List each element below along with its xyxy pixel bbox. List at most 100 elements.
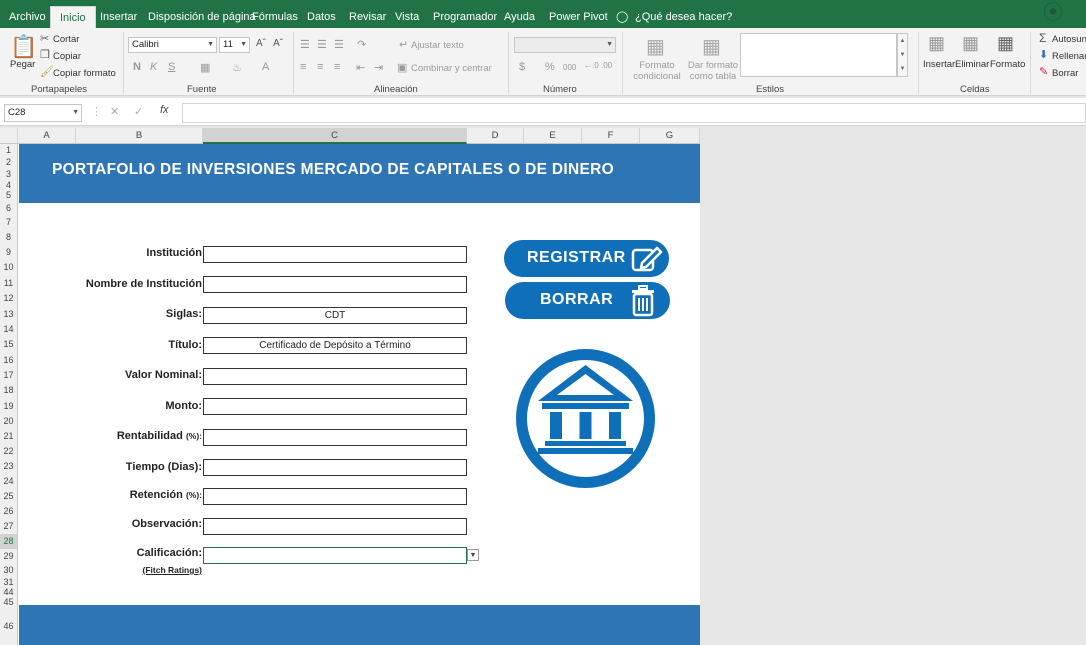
row-header-5[interactable]: 5: [0, 190, 18, 201]
input-institucion[interactable]: [203, 246, 467, 263]
row-header-20[interactable]: 20: [0, 414, 18, 429]
row-header-15[interactable]: 15: [0, 337, 18, 352]
account-icon[interactable]: ⦿: [1043, 0, 1063, 28]
row-header-46[interactable]: 46: [0, 608, 18, 645]
row-header-26[interactable]: 26: [0, 504, 18, 519]
comma-style-icon[interactable]: 000: [563, 63, 576, 72]
row-header-9[interactable]: 9: [0, 245, 18, 260]
input-siglas[interactable]: CDT: [203, 307, 467, 324]
row-header-11[interactable]: 11: [0, 275, 18, 291]
row-header-10[interactable]: 10: [0, 260, 18, 275]
row-header-27[interactable]: 27: [0, 519, 18, 534]
conditional-format-button[interactable]: Formato condicional: [629, 60, 685, 82]
column-header-g[interactable]: G: [640, 128, 700, 144]
cancel-icon[interactable]: ✕: [110, 105, 119, 118]
row-header-28[interactable]: 28: [0, 534, 18, 549]
row-header-13[interactable]: 13: [0, 306, 18, 322]
tab-ayuda[interactable]: Ayuda: [504, 0, 535, 28]
input-valor-nominal[interactable]: [203, 368, 467, 385]
copy-button[interactable]: Copiar: [53, 51, 81, 62]
row-header-44[interactable]: 44: [0, 588, 18, 597]
tab-programador[interactable]: Programador: [433, 0, 497, 28]
scissors-icon[interactable]: ✂: [40, 32, 49, 45]
bold-icon[interactable]: N: [133, 61, 141, 73]
row-header-24[interactable]: 24: [0, 474, 18, 489]
insert-cells-icon[interactable]: ▦: [928, 33, 945, 54]
paste-button[interactable]: Pegar: [10, 59, 35, 70]
input-nombre-institucion[interactable]: [203, 276, 467, 293]
tab-disposicion[interactable]: Disposición de página: [148, 0, 256, 28]
orientation-icon[interactable]: ↷: [357, 38, 366, 51]
decrease-decimal-icon[interactable]: .00: [601, 61, 612, 70]
row-header-12[interactable]: 12: [0, 291, 18, 306]
decrease-indent-icon[interactable]: ⇤: [356, 61, 365, 74]
row-header-6[interactable]: 6: [0, 201, 18, 215]
paste-icon[interactable]: 📋: [10, 34, 37, 60]
fill-button[interactable]: Rellenar: [1052, 51, 1086, 62]
worksheet[interactable]: A B C D E F G 1 2 3 4 5 6 7 8 9 10 11 12 13 14 15 16 17 1…: [0, 128, 700, 645]
clear-form-button[interactable]: BORRAR: [505, 282, 670, 319]
column-header-c[interactable]: C: [203, 128, 467, 144]
fill-icon[interactable]: ⬇: [1039, 48, 1048, 61]
align-bottom-icon[interactable]: ☰: [334, 38, 344, 51]
italic-icon[interactable]: K: [150, 61, 157, 73]
row-header-14[interactable]: 14: [0, 322, 18, 337]
format-cells-button[interactable]: Formato: [990, 59, 1025, 70]
row-header-8[interactable]: 8: [0, 229, 18, 245]
format-table-icon[interactable]: ▦: [702, 34, 721, 59]
row-header-4[interactable]: 4: [0, 180, 18, 190]
grow-font-icon[interactable]: Aˆ: [256, 38, 266, 49]
shrink-font-icon[interactable]: Aˇ: [273, 38, 283, 49]
align-top-icon[interactable]: ☰: [300, 38, 310, 51]
format-painter-button[interactable]: Copiar formato: [53, 68, 116, 79]
font-name-select[interactable]: Calibri ▼: [128, 37, 217, 53]
conditional-format-icon[interactable]: ▦: [646, 34, 665, 59]
autosum-icon[interactable]: Σ: [1039, 31, 1046, 45]
tab-revisar[interactable]: Revisar: [349, 0, 386, 28]
row-header-18[interactable]: 18: [0, 383, 18, 398]
input-titulo[interactable]: Certificado de Depósito a Término: [203, 337, 467, 354]
input-calificacion[interactable]: [203, 547, 467, 564]
format-table-button[interactable]: Dar formato como tabla: [684, 60, 742, 82]
clear-button[interactable]: Borrar: [1052, 68, 1078, 79]
calificacion-dropdown-arrow[interactable]: ▼: [467, 549, 479, 561]
copy-icon[interactable]: ❐: [40, 48, 50, 61]
confirm-icon[interactable]: ✓: [134, 105, 143, 118]
merge-icon[interactable]: ▣: [397, 61, 407, 74]
currency-icon[interactable]: $: [519, 61, 525, 73]
underline-icon[interactable]: S: [168, 61, 175, 73]
insert-cells-button[interactable]: Insertar: [923, 59, 955, 70]
formula-input[interactable]: [182, 103, 1086, 123]
format-painter-icon[interactable]: 🖌: [40, 65, 54, 78]
row-header-22[interactable]: 22: [0, 444, 18, 459]
column-header-f[interactable]: F: [582, 128, 640, 144]
align-left-icon[interactable]: ≡: [300, 61, 306, 73]
column-header-e[interactable]: E: [524, 128, 582, 144]
row-header-3[interactable]: 3: [0, 168, 18, 180]
number-format-select[interactable]: ▼: [514, 37, 616, 53]
row-header-23[interactable]: 23: [0, 459, 18, 474]
tab-archivo[interactable]: Archivo: [9, 0, 46, 28]
tell-me-search[interactable]: ¿Qué desea hacer?: [635, 0, 732, 28]
delete-cells-icon[interactable]: ▦: [962, 33, 979, 54]
align-right-icon[interactable]: ≡: [334, 61, 340, 73]
row-header-7[interactable]: 7: [0, 215, 18, 229]
tab-power-pivot[interactable]: Power Pivot: [549, 0, 608, 28]
row-header-21[interactable]: 21: [0, 429, 18, 444]
row-header-45[interactable]: 45: [0, 596, 18, 608]
align-center-icon[interactable]: ≡: [317, 61, 323, 73]
row-header-17[interactable]: 17: [0, 368, 18, 383]
tab-inicio[interactable]: Inicio: [50, 6, 96, 28]
tab-insertar[interactable]: Insertar: [100, 0, 137, 28]
autosum-button[interactable]: Autosun: [1052, 34, 1086, 45]
tab-datos[interactable]: Datos: [307, 0, 336, 28]
input-retencion[interactable]: [203, 488, 467, 505]
input-rentabilidad[interactable]: [203, 429, 467, 446]
merge-center-button[interactable]: Combinar y centrar: [411, 63, 492, 74]
eraser-icon[interactable]: ✎: [1039, 65, 1048, 78]
align-middle-icon[interactable]: ☰: [317, 38, 327, 51]
insert-function-icon[interactable]: fx: [160, 104, 169, 116]
wrap-text-icon[interactable]: ↵: [399, 38, 408, 51]
row-header-29[interactable]: 29: [0, 549, 18, 564]
column-header-d[interactable]: D: [467, 128, 524, 144]
